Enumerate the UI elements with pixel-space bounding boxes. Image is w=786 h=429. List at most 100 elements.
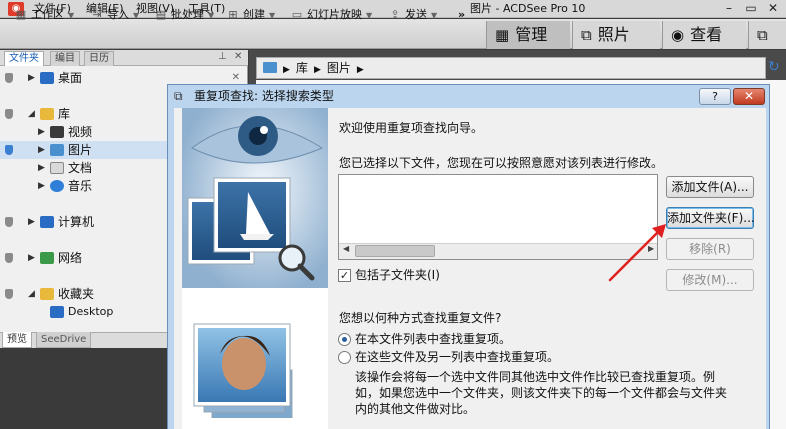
breadcrumb-separator-icon: ▶ [283, 65, 290, 75]
tab-catalog[interactable]: 编目 [50, 51, 80, 66]
workspace-button[interactable]: ▦ 工作区 ▼ [14, 6, 74, 24]
network-icon [40, 252, 54, 264]
description-line-2: 如，如果您选中一个文件夹，则该文件夹下的每一个文件都会与文件夹 [355, 386, 728, 400]
expand-arrow-icon[interactable]: ▶ [28, 69, 35, 87]
pin-icon[interactable] [5, 109, 13, 119]
desktop-icon [50, 306, 64, 318]
expand-arrow-icon[interactable]: ▶ [28, 213, 35, 231]
mode-tab-manage-label: 管理 [515, 25, 548, 44]
chevron-down-icon: ▼ [269, 11, 276, 20]
pin-icon[interactable] [5, 145, 13, 155]
music-icon [50, 180, 64, 192]
help-button[interactable]: ? [699, 88, 731, 105]
tab-folders[interactable]: 文件夹 [4, 51, 44, 66]
tab-calendar[interactable]: 日历 [84, 51, 114, 66]
option-other-list-label[interactable]: 在这些文件及另一列表中查找重复项。 [355, 349, 559, 365]
import-icon: ⇥ [92, 8, 102, 21]
scrollbar-thumb[interactable] [355, 245, 435, 257]
chevron-down-icon: ▼ [68, 11, 75, 20]
slideshow-icon: ▭ [291, 8, 303, 21]
mode-tab-photos[interactable]: ⧉ 照片 [572, 21, 660, 49]
grid-icon: ▦ [495, 26, 510, 44]
tree-item-label: 收藏夹 [58, 287, 95, 301]
close-icon[interactable]: ✕ [234, 51, 242, 62]
create-icon: ⊞ [228, 8, 238, 21]
include-subfolders-checkbox[interactable]: ✓ [338, 269, 351, 282]
option-this-list-label[interactable]: 在本文件列表中查找重复项。 [355, 331, 511, 347]
mode-tab-photos-label: 照片 [597, 25, 630, 44]
collapse-arrow-icon[interactable]: ◢ [28, 105, 35, 123]
mode-tab-manage[interactable]: ▦ 管理 [486, 21, 570, 49]
pin-icon[interactable] [5, 217, 13, 227]
tree-item-label: 网络 [58, 251, 83, 265]
description-line-1: 该操作会将每一个选中文件同其他选中文件作比较已查找重复项。例 [355, 370, 716, 384]
batch-button[interactable]: ▤ 批处理 ▼ [154, 6, 214, 24]
breadcrumb-item-library[interactable]: 库 [296, 61, 308, 75]
scroll-left-icon[interactable]: ◀ [343, 244, 349, 253]
dialog-close-button[interactable]: ✕ [733, 88, 765, 105]
create-button[interactable]: ⊞ 创建 ▼ [226, 6, 275, 24]
minimize-icon[interactable]: – [718, 0, 740, 17]
workspace-label: 工作区 [31, 8, 64, 21]
library-icon [40, 108, 54, 120]
breadcrumb-separator-icon: ▶ [313, 65, 321, 75]
folder-icon [263, 62, 277, 73]
dialog-title: 重复项查找: 选择搜索类型 [194, 89, 334, 103]
wizard-illustration [182, 108, 328, 429]
expand-arrow-icon[interactable]: ▶ [28, 249, 35, 267]
chevron-down-icon: ▼ [133, 11, 140, 20]
collapse-arrow-icon[interactable]: ◢ [28, 285, 35, 303]
add-file-button[interactable]: 添加文件(A)... [666, 176, 754, 198]
slideshow-button[interactable]: ▭ 幻灯片放映 ▼ [290, 6, 372, 24]
maximize-icon[interactable]: ▭ [740, 0, 762, 17]
expand-arrow-icon[interactable]: ▶ [38, 141, 45, 159]
send-button[interactable]: ⇪ 发送 ▼ [388, 6, 437, 24]
tree-item-label: 桌面 [58, 71, 83, 85]
send-icon: ⇪ [390, 8, 400, 21]
slideshow-label: 幻灯片放映 [307, 8, 362, 21]
pin-icon[interactable] [5, 289, 13, 299]
import-label: 导入 [107, 8, 129, 21]
tree-item-label: 图片 [68, 143, 93, 157]
tree-item-label: 库 [58, 107, 71, 121]
create-label: 创建 [243, 8, 265, 21]
description-line-3: 内的其他文件做对比。 [355, 402, 476, 416]
window-title: 图片 - ACDSee Pro 10 [470, 2, 586, 15]
batch-icon: ▤ [155, 8, 167, 21]
option-other-list-radio[interactable] [338, 351, 351, 364]
chevron-down-icon: ▼ [431, 11, 438, 20]
expand-arrow-icon[interactable]: ▶ [38, 123, 45, 141]
mode-tab-view-label: 查看 [690, 25, 723, 44]
annotation-arrow [608, 224, 666, 282]
pin-icon[interactable] [5, 73, 13, 83]
workspace-icon: ▦ [15, 8, 27, 21]
expand-arrow-icon[interactable]: ▶ [38, 177, 45, 195]
close-icon[interactable]: ✕ [762, 0, 784, 17]
tab-seedrive[interactable]: SeeDrive [36, 332, 92, 348]
chevron-down-icon: ▼ [366, 11, 373, 20]
mode-tab-view[interactable]: ◉ 查看 [662, 21, 746, 49]
include-subfolders-label[interactable]: 包括子文件夹(I) [355, 267, 440, 283]
computer-icon [40, 216, 54, 228]
batch-label: 批处理 [171, 8, 204, 21]
selected-files-prompt: 您已选择以下文件，您现在可以按照意愿对该列表进行修改。 [339, 156, 664, 170]
breadcrumb-item-pictures[interactable]: 图片 [327, 61, 351, 75]
pictures-icon [50, 144, 64, 156]
tree-item-label: 文档 [68, 161, 93, 175]
pin-icon[interactable] [5, 253, 13, 263]
expand-arrow-icon[interactable]: ▶ [38, 159, 45, 177]
eye-icon: ◉ [671, 26, 685, 44]
refresh-icon[interactable]: ↻ [768, 58, 784, 76]
breadcrumb[interactable]: ▶ 库 ▶ 图片 ▶ [256, 57, 766, 79]
option-this-list-radio[interactable] [338, 333, 351, 346]
tree-item-label: Desktop [68, 305, 114, 318]
video-icon [50, 126, 64, 138]
import-button[interactable]: ⇥ 导入 ▼ [90, 6, 139, 24]
mode-tab-edit[interactable]: ⧉ [748, 21, 786, 49]
pin-icon[interactable]: ⊥ [218, 51, 227, 62]
toolbar-overflow-button[interactable]: » [458, 6, 465, 24]
breadcrumb-separator-icon: ▶ [356, 65, 364, 75]
wizard-illustration-graphic [182, 108, 328, 429]
tab-preview[interactable]: 预览 [2, 332, 32, 348]
favorites-icon [40, 288, 54, 300]
